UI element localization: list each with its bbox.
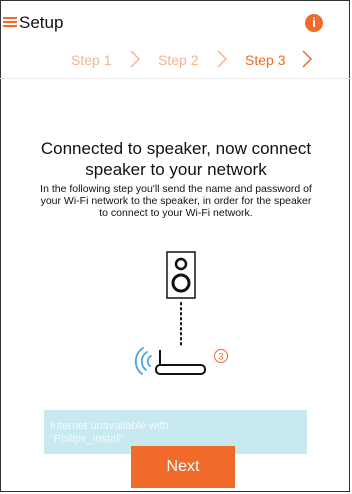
chevron-right-icon [130, 50, 141, 68]
step-1: Step 1 [71, 52, 112, 68]
heading-line-2: speaker to your network [85, 160, 267, 179]
toast-message: Internet unavailable with "Philips_Insta… [50, 420, 300, 446]
heading-line-1: Connected to speaker, now connect [40, 139, 312, 158]
hamburger-menu-icon[interactable] [3, 17, 17, 28]
step-2: Step 2 [158, 52, 199, 68]
chevron-right-icon [302, 50, 313, 68]
step-indicator: Step 1 Step 2 Step 3 [0, 42, 352, 79]
instruction-heading: Connected to speaker, now connect speake… [0, 138, 352, 180]
toast-line-1: Internet unavailable with [50, 420, 169, 432]
header-bar: Setup i [0, 0, 352, 42]
info-circle-icon[interactable]: i [305, 14, 323, 32]
page-title: Setup [19, 13, 64, 32]
next-button[interactable]: Next [131, 446, 235, 488]
instruction-description: In the following step you'll send the na… [40, 183, 312, 219]
chevron-right-icon [217, 50, 228, 68]
step-3: Step 3 [245, 52, 286, 68]
toast-line-2: "Philips_Install" [50, 433, 126, 445]
